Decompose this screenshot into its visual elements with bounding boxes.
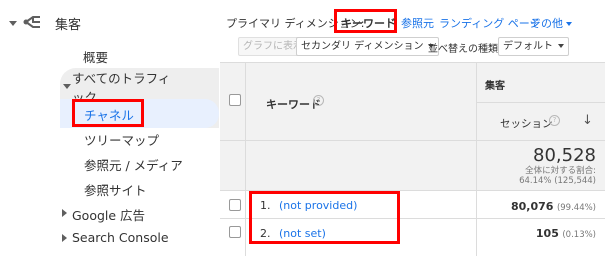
row-sessions-pct: (0.13%) <box>562 230 596 240</box>
nav-item-source-medium[interactable]: 参照元 / メディア <box>84 155 183 174</box>
secondary-dimension-dropdown[interactable]: セカンダリ ディメンション <box>296 37 440 56</box>
divider <box>476 62 477 256</box>
tab-other[interactable]: その他 <box>530 15 572 31</box>
tab-source[interactable]: 参照元 <box>401 15 434 31</box>
all-traffic-caret-icon[interactable] <box>63 84 71 89</box>
help-icon[interactable]: ? <box>549 115 560 126</box>
nav-item-channels[interactable]: チャネル <box>84 105 134 124</box>
sort-type-label: 並べ替えの種類: <box>428 44 502 55</box>
chevron-down-icon <box>566 22 572 26</box>
divider <box>476 102 605 103</box>
collapse-caret-icon[interactable] <box>9 21 17 26</box>
row-sessions-value: 105 <box>535 227 559 240</box>
sort-desc-arrow-icon[interactable]: ↓ <box>582 113 593 128</box>
divider <box>245 62 246 256</box>
highlight-box-keyword-rows <box>249 191 400 244</box>
tab-other-label: その他 <box>530 17 563 30</box>
row-sessions: 105 (0.13%) <box>480 227 596 240</box>
divider <box>220 62 605 63</box>
row-checkbox[interactable] <box>229 199 241 211</box>
google-ads-caret-icon[interactable] <box>62 209 67 217</box>
help-icon[interactable]: ? <box>313 95 324 106</box>
row-checkbox[interactable] <box>229 226 241 238</box>
sort-type-value: デフォルト <box>503 41 553 52</box>
tab-keyword[interactable]: キーワード <box>341 15 396 31</box>
nav-item-referrals[interactable]: 参照サイト <box>84 180 147 199</box>
row-sessions-pct: (99.44%) <box>556 203 596 213</box>
search-console-caret-icon[interactable] <box>62 234 67 242</box>
row-sessions-value: 80,076 <box>511 200 554 213</box>
total-percent-label: 全体に対する割合: <box>525 166 596 176</box>
secondary-dimension-label: セカンダリ ディメンション <box>301 41 424 52</box>
left-nav: 集客 概要 すべてのトラフィ ック チャネル ツリーマップ 参照元 / メディア… <box>0 0 219 256</box>
nav-item-google-ads[interactable]: Google 広告 <box>72 205 145 224</box>
sessions-column-header[interactable]: セッション <box>500 116 553 131</box>
nav-item-overview[interactable]: 概要 <box>83 47 108 66</box>
acquisition-icon <box>23 16 40 28</box>
nav-section-acquisition[interactable]: 集客 <box>55 14 81 33</box>
tab-landing-page[interactable]: ランディング ページ <box>439 15 541 31</box>
sort-type-dropdown[interactable]: デフォルト <box>498 37 569 56</box>
row-sessions: 80,076 (99.44%) <box>480 200 596 213</box>
nav-item-search-console[interactable]: Search Console <box>72 230 169 245</box>
nav-item-treemap[interactable]: ツリーマップ <box>84 130 159 149</box>
nav-item-all-traffic-line1: すべてのトラフィ <box>72 71 171 86</box>
total-summary: 80,528 全体に対する割合: 64.14% (125,544) <box>480 145 596 187</box>
divider <box>220 140 605 141</box>
chevron-down-icon <box>558 44 564 48</box>
acquisition-group-header: 集客 <box>485 81 505 92</box>
select-all-checkbox[interactable] <box>229 94 241 106</box>
total-percent-detail: 64.14% (125,544) <box>519 176 596 186</box>
total-sessions-value: 80,528 <box>533 145 596 166</box>
